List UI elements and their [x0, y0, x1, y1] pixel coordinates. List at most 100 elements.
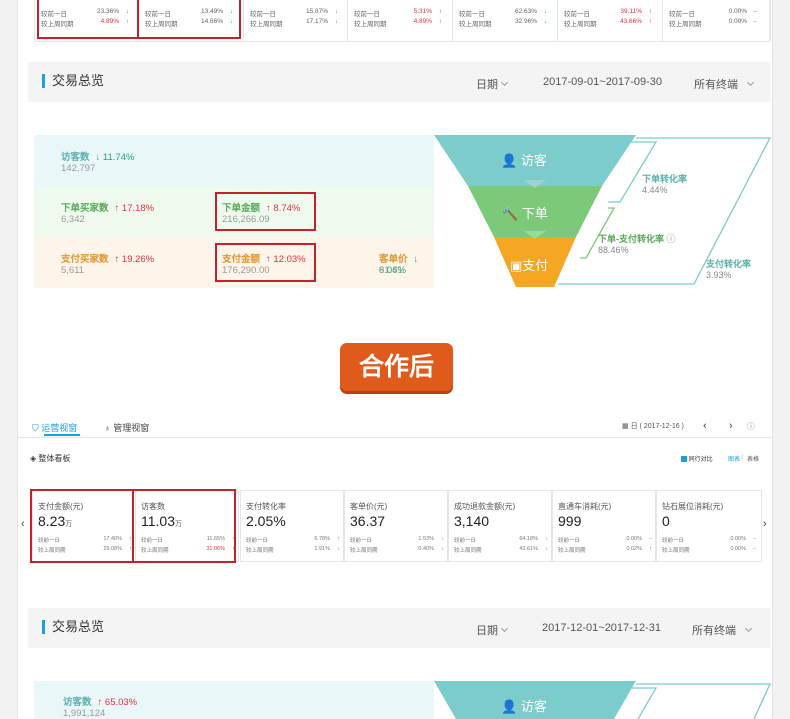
overview-title: 整体看板	[38, 454, 71, 463]
date-picker-text: 日 ( 2017-12-16 )	[630, 423, 684, 430]
funnel-row-visitors: 访客数 ↓ 11.74% 142,797	[34, 135, 434, 186]
shield-icon: ⛉	[32, 423, 39, 433]
stage-order-label: 🔨 下单	[502, 203, 548, 222]
kpi-compare-label: 较上周同期	[454, 548, 482, 554]
kpi-card[interactable]: 直通车消耗(元) 999 较前一日 0.00% – 较上周同期 0.02% ↑	[552, 490, 656, 562]
metric-compare-row: 较上周同期 43.66% ↑	[564, 18, 656, 28]
unit-price-label-text: 客单价	[379, 254, 408, 265]
stage-order-text: 下单	[521, 206, 548, 221]
date-range[interactable]: 2017-09-01~2017-09-30	[543, 76, 662, 88]
compare-toggle[interactable]: 同行对比	[681, 454, 713, 463]
section-title: 交易总览	[42, 620, 104, 634]
kpi-compare-value: 0.00%	[730, 546, 746, 552]
arrow-up-icon: ↑	[648, 18, 652, 25]
kpi-compare-row: 较前一日 0.00% –	[662, 536, 758, 544]
date-picker[interactable]: ▦ 日 ( 2017-12-16 )	[622, 421, 684, 431]
page: 较前一日 23.36% ↓ 较上周同期 4.89% ↑ 较前一日 13.49% ↓ 较上周同期 14…	[17, 0, 773, 719]
kpi-card[interactable]: 钻石展位消耗(元) 0 较前一日 0.00% – 较上周同期 0.00% –	[656, 490, 762, 562]
conv-order-pay-label: 下单-支付转化率 ⓘ	[598, 232, 676, 245]
visitors-pct-2: ↑ 65.03%	[97, 697, 138, 708]
arrow-down-icon: ↓	[545, 536, 548, 542]
metric-compare-label: 较前一日	[354, 11, 380, 18]
top-metric-cell[interactable]: 较前一日 5.31% ↑ 较上周同期 4.89% ↑	[348, 0, 453, 41]
table-view-link[interactable]: 表格	[747, 454, 759, 463]
kpi-value: 36.37	[350, 513, 385, 529]
chevron-down-icon	[744, 624, 753, 633]
kpi-compare-row: 较上周同期 42.61% ↓	[454, 546, 550, 554]
pay-buyers-label-text: 支付买家数	[61, 254, 109, 265]
chevron-down-icon	[500, 78, 509, 87]
order-buyers-value: 6,342	[61, 214, 85, 225]
kpi-value-number: 999	[558, 513, 582, 529]
arrow-down-icon: ↓	[334, 8, 338, 15]
dash-icon: –	[753, 18, 757, 25]
kpi-card[interactable]: 支付转化率 2.05% 较前一日 6.78% ↑ 较上周同期 1.91% ↓	[240, 490, 344, 562]
metric-compare-row: 较上周同期 0.00% –	[669, 18, 761, 28]
kpi-compare-value: 0.40%	[418, 546, 434, 552]
visitors-value-2: 1,991,124	[63, 708, 106, 719]
kpi-compare-row: 较前一日 6.78% ↑	[246, 536, 342, 544]
tab-mgmt-view[interactable]: ♁ 管理视窗	[104, 421, 149, 434]
metric-compare-label: 较前一日	[250, 11, 276, 18]
visitors-label-2-text: 访客数	[63, 697, 92, 708]
arrow-down-icon: ↓	[441, 546, 444, 552]
kpi-compare-value: 6.78%	[314, 536, 330, 542]
tab-ops-label: 运营视窗	[41, 423, 78, 433]
metric-compare-row: 较前一日 5.31% ↑	[354, 8, 446, 18]
conv-pay-value: 3.93%	[706, 270, 732, 280]
arrow-up-icon: ↑	[649, 546, 652, 552]
kpi-title: 客单价(元)	[350, 502, 388, 511]
next-button[interactable]: ›	[729, 420, 733, 432]
terminal-filter-label: 所有终端	[692, 625, 736, 637]
kpi-next-arrow[interactable]: ›	[763, 518, 767, 530]
section-title: 交易总览	[42, 74, 104, 88]
kpi-compare-label: 较前一日	[454, 538, 477, 544]
date-filter[interactable]: 日期	[476, 76, 509, 92]
gavel-icon: 🔨	[502, 206, 519, 221]
highlight-box-kpi-visitors	[132, 489, 236, 563]
kpi-card[interactable]: 成功退款金额(元) 3,140 较前一日 64.18% ↓ 较上周同期 42.61% ↓	[448, 490, 552, 562]
arrow-down-icon: ↓	[441, 536, 444, 542]
kpi-prev-arrow[interactable]: ‹	[21, 518, 25, 530]
tab-ops-view[interactable]: ⛉ 运营视窗	[32, 421, 77, 434]
terminal-filter[interactable]: 所有终端	[692, 622, 753, 638]
terminal-filter[interactable]: 所有终端	[694, 76, 755, 92]
metric-compare-label: 较上周同期	[669, 21, 702, 28]
user-icon: 👤	[501, 153, 518, 168]
kpi-card[interactable]: 客单价(元) 36.37 较前一日 1.53% ↓ 较上周同期 0.40% ↓	[344, 490, 448, 562]
stage-visit-text: 访客	[520, 153, 547, 168]
wallet-icon: ▣	[510, 258, 523, 273]
metric-compare-label: 较前一日	[564, 11, 590, 18]
kpi-compare-value: 1.91%	[314, 546, 330, 552]
chart-view-link[interactable]: 图表	[728, 454, 740, 463]
kpi-compare-value: 0.02%	[626, 546, 642, 552]
dash-icon: –	[752, 536, 756, 542]
metric-compare-value: 0.00%	[728, 8, 747, 15]
kpi-value-number: 3,140	[454, 513, 490, 529]
top-metric-cell[interactable]: 较前一日 0.00% – 较上周同期 0.00% –	[663, 0, 771, 41]
conv-order-pay-label-text: 下单-支付转化率	[598, 234, 664, 244]
pay-buyers-value: 5,611	[61, 265, 85, 276]
info-icon[interactable]: ⓘ	[747, 421, 755, 432]
kpi-compare-label: 较前一日	[350, 538, 373, 544]
overview-header: ◈ 整体看板	[30, 453, 70, 464]
divider-bar: |	[742, 454, 744, 460]
kpi-compare-label: 较上周同期	[350, 548, 378, 554]
tab-active-indicator	[44, 434, 80, 436]
help-icon[interactable]: ⓘ	[667, 234, 676, 244]
metric-compare-value: 17.17%	[305, 18, 328, 25]
visitors-value: 142,797	[61, 163, 96, 174]
date-filter[interactable]: 日期	[476, 622, 509, 638]
top-metric-cell[interactable]: 较前一日 15.87% ↓ 较上周同期 17.17% ↓	[244, 0, 348, 41]
metric-compare-label: 较上周同期	[564, 21, 597, 28]
metric-compare-value: 43.66%	[619, 18, 642, 25]
date-range[interactable]: 2017-12-01~2017-12-31	[542, 622, 661, 634]
stage-visit-label-2: 👤 访客	[501, 696, 547, 715]
top-metric-cell[interactable]: 较前一日 39.11% ↑ 较上周同期 43.66% ↑	[558, 0, 663, 41]
prev-button[interactable]: ‹	[703, 420, 707, 432]
metric-compare-row: 较上周同期 32.96% ↓	[459, 18, 551, 28]
top-metric-cell[interactable]: 较前一日 62.63% ↓ 较上周同期 32.96% ↓	[453, 0, 558, 41]
pay-buyers-pct: ↑ 19.26%	[114, 254, 155, 265]
arrow-down-icon: ↓	[543, 8, 547, 15]
metric-compare-value: 62.63%	[514, 8, 537, 15]
